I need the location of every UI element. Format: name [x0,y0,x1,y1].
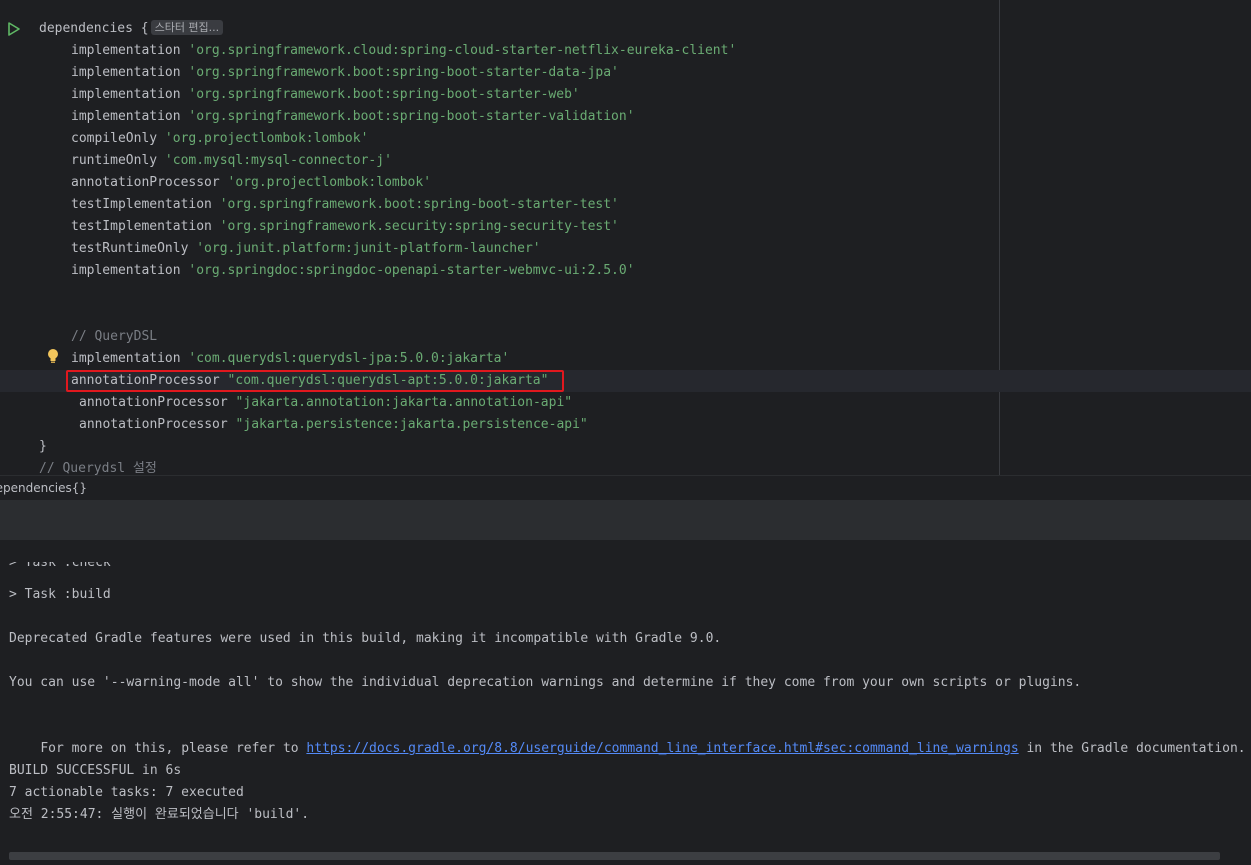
console-line: For more on this, please refer to https:… [9,716,1245,756]
code-keyword: testImplementation [71,219,220,234]
code-keyword: compileOnly [71,131,165,146]
build-status: BUILD SUCCESSFUL in 6s [9,763,182,778]
code-keyword: testRuntimeOnly [71,241,197,256]
code-keyword: annotationProcessor [79,417,236,432]
code-string: "jakarta.annotation:jakarta.annotation-a… [235,395,573,410]
breadcrumb[interactable]: dependencies{} [0,475,1251,501]
code-line: implementation 'org.springframework.boot… [0,106,1251,128]
code-string: 'org.springframework.security:spring-sec… [219,219,619,234]
code-keyword: } [39,439,47,454]
console-line: > Task :build [9,587,111,602]
code-line: implementation 'com.querydsl:querydsl-jp… [0,348,1251,370]
code-editor[interactable]: dependencies {스타터 편집... implementation '… [0,0,1251,475]
console-text: For more on this, please refer to [40,741,307,756]
code-comment: // QueryDSL [71,329,158,344]
code-string: 'org.projectlombok:lombok' [164,131,369,146]
gradle-docs-link[interactable]: https://docs.gradle.org/8.8/userguide/co… [306,741,1018,756]
edit-starters-inlay-hint[interactable]: 스타터 편집... [150,20,224,35]
code-line: annotationProcessor "jakarta.persistence… [0,414,1251,436]
code-line: testRuntimeOnly 'org.junit.platform:juni… [0,238,1251,260]
code-keyword: implementation [71,109,189,124]
code-line: dependencies {스타터 편집... [0,18,1251,40]
code-string: "jakarta.persistence:jakarta.persistence… [235,417,588,432]
tool-window-header [0,500,1251,541]
breadcrumb-item[interactable]: dependencies{} [0,476,87,500]
code-string: 'org.springframework.boot:spring-boot-st… [188,109,635,124]
console-text: in the Gradle documentation. [1018,741,1246,756]
code-line: testImplementation 'org.springframework.… [0,216,1251,238]
code-keyword: annotationProcessor [71,175,228,190]
code-keyword: annotationProcessor [79,395,236,410]
code-string: 'org.projectlombok:lombok' [227,175,432,190]
console-line: 7 actionable tasks: 7 executed [9,785,244,800]
code-string: 'com.querydsl:querydsl-jpa:5.0.0:jakarta… [188,351,510,366]
code-keyword: implementation [71,263,189,278]
code-keyword: testImplementation [71,197,220,212]
red-highlight-annotation [66,370,564,392]
console-line: 오전 2:55:47: 실행이 완료되었습니다 'build'. [9,807,310,822]
code-keyword: runtimeOnly [71,153,165,168]
code-string: 'org.junit.platform:junit-platform-launc… [196,241,541,256]
code-keyword: implementation [71,351,189,366]
code-string: 'org.springframework.boot:spring-boot-st… [188,65,619,80]
code-line: runtimeOnly 'com.mysql:mysql-connector-j… [0,150,1251,172]
build-console-output[interactable]: > Task :check > Task :build Deprecated G… [0,541,1251,865]
code-comment: // Querydsl 설정 [39,461,157,475]
code-string: 'org.springdoc:springdoc-openapi-starter… [188,263,635,278]
code-string: 'org.springframework.cloud:spring-cloud-… [188,43,737,58]
code-line: } [0,436,1251,458]
console-line: You can use '--warning-mode all' to show… [9,675,1082,690]
code-line: // Querydsl 설정 [0,458,1251,475]
code-keyword: dependencies { [39,21,149,36]
code-line: // QueryDSL [0,326,1251,348]
code-line: implementation 'org.springframework.clou… [0,40,1251,62]
code-string: 'com.mysql:mysql-connector-j' [164,153,392,168]
code-string: 'org.springframework.boot:spring-boot-st… [219,197,619,212]
code-line: implementation 'org.springframework.boot… [0,62,1251,84]
console-line: Deprecated Gradle features were used in … [9,631,722,646]
code-keyword: implementation [71,87,189,102]
code-line: implementation 'org.springdoc:springdoc-… [0,260,1251,282]
code-line: compileOnly 'org.projectlombok:lombok' [0,128,1251,150]
code-keyword: implementation [71,65,189,80]
code-line: annotationProcessor 'org.projectlombok:l… [0,172,1251,194]
console-line: > Task :check [9,562,111,570]
horizontal-scrollbar[interactable] [9,852,1220,860]
code-line: annotationProcessor "jakarta.annotation:… [0,392,1251,414]
code-keyword: implementation [71,43,189,58]
code-string: 'org.springframework.boot:spring-boot-st… [188,87,580,102]
code-line: implementation 'org.springframework.boot… [0,84,1251,106]
code-line: testImplementation 'org.springframework.… [0,194,1251,216]
